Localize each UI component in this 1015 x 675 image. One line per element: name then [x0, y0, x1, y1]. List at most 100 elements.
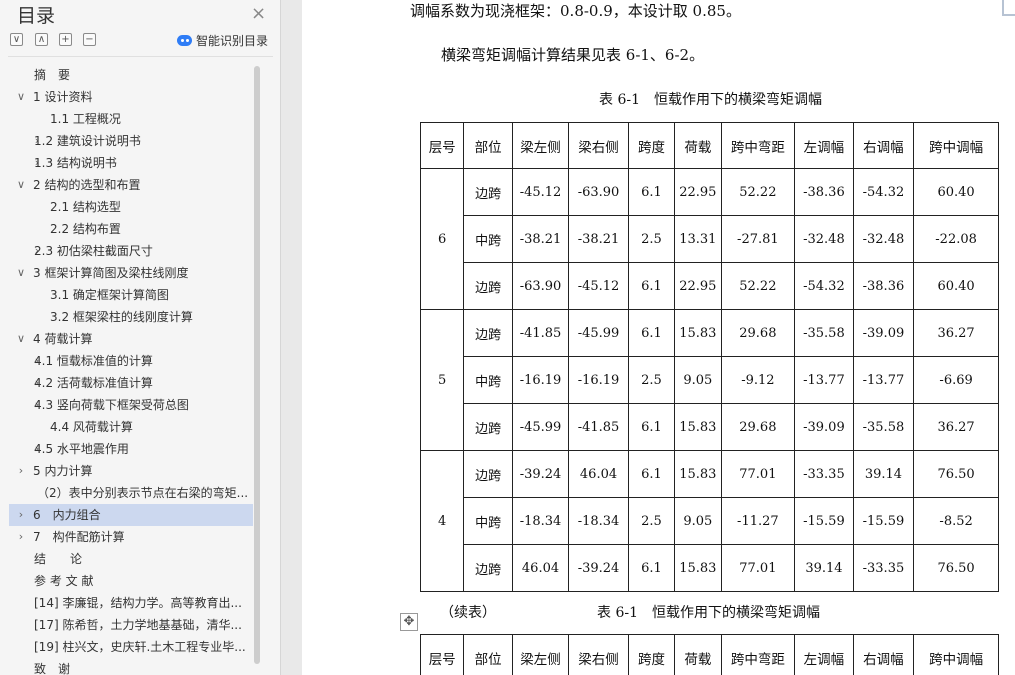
- value-cell: 6.1: [627, 262, 676, 310]
- value-cell: -15.59: [794, 497, 854, 545]
- outline-item[interactable]: › 2.3 初估梁柱截面尺寸: [9, 240, 253, 262]
- continued-label: （续表）: [440, 605, 496, 621]
- outline-item[interactable]: [19] 柱兴文，史庆轩.土木工程专业毕...: [9, 636, 253, 658]
- outline-item[interactable]: › 4.3 竖向荷载下框架受荷总图: [9, 394, 253, 416]
- value-cell: -16.19: [511, 356, 570, 404]
- outline-item[interactable]: 2.1 结构选型: [9, 196, 253, 218]
- outline-item[interactable]: 摘 要: [9, 64, 253, 86]
- ai-icon: [177, 35, 192, 46]
- chevron-right-icon[interactable]: ›: [15, 460, 27, 482]
- value-cell: 22.95: [674, 168, 722, 216]
- value-cell: 6.1: [627, 403, 676, 451]
- value-cell: 52.22: [720, 262, 796, 310]
- add-heading-icon[interactable]: +: [59, 33, 72, 46]
- outline-item-label: 4 荷载计算: [33, 332, 93, 346]
- outline-item[interactable]: 1.1 工程概况: [9, 108, 253, 130]
- outline-item-label: 1.3 结构说明书: [34, 156, 117, 170]
- outline-item-label: 摘 要: [34, 68, 71, 82]
- outline-scrollbar[interactable]: [254, 66, 260, 664]
- span-cell: 中跨: [463, 356, 513, 404]
- column-header: 跨中弯距: [720, 634, 796, 675]
- outline-item-label: 1 设计资料: [33, 90, 93, 104]
- value-cell: -15.59: [852, 497, 915, 545]
- value-cell: -63.90: [568, 168, 629, 216]
- value-cell: -22.08: [913, 215, 999, 263]
- table-move-icon[interactable]: ✥: [400, 613, 418, 631]
- document-viewer: 目录 × ∨ ∧ + − 智能识别目录 摘 要 ∨ 1 设计资料 1.1 工程概况 › 1…: [0, 0, 1015, 675]
- table-row: 边跨 -45.99 -41.85 6.1 15.83 29.68 -39.09 -35.58 3…: [421, 403, 999, 451]
- outline-item[interactable]: › 1.3 结构说明书: [9, 152, 253, 174]
- value-cell: -41.85: [511, 309, 570, 357]
- value-cell: 52.22: [720, 168, 796, 216]
- table-header-row: 层号 部位 梁左侧 梁右侧 跨度 荷载 跨中弯距 左调幅 右调幅 跨中调幅: [419, 122, 999, 169]
- table-row: 边跨 46.04 -39.24 6.1 15.83 77.01 39.14 -33.35 76.…: [421, 544, 999, 592]
- value-cell: -16.19: [568, 356, 629, 404]
- remove-heading-icon[interactable]: −: [83, 33, 96, 46]
- chevron-down-icon[interactable]: ∨: [15, 86, 27, 108]
- table-row: 中跨 -38.21 -38.21 2.5 13.31 -27.81 -32.48 -32.48…: [421, 215, 999, 263]
- table-row: 中跨 -18.34 -18.34 2.5 9.05 -11.27 -15.59 -15.59-…: [421, 497, 999, 545]
- column-header: 右调幅: [852, 634, 915, 675]
- paragraph-line: 调幅系数为现浇框架：0.8-0.9，本设计取 0.85。: [410, 2, 741, 20]
- value-cell: -45.99: [568, 309, 629, 357]
- outline-item[interactable]: ∨ 3 框架计算简图及梁柱线刚度: [9, 262, 253, 284]
- chevron-down-icon[interactable]: ∨: [15, 174, 27, 196]
- outline-item[interactable]: 3.2 框架梁柱的线刚度计算: [9, 306, 253, 328]
- smart-toc-label: 智能识别目录: [196, 34, 269, 48]
- span-cell: 中跨: [463, 497, 513, 545]
- outline-item-label: [19] 柱兴文，史庆轩.土木工程专业毕...: [34, 640, 246, 654]
- outline-item[interactable]: › 6 内力组合: [9, 504, 253, 526]
- column-header: 跨中调幅: [913, 122, 999, 169]
- chevron-right-icon[interactable]: ›: [15, 526, 27, 548]
- outline-item[interactable]: （2）表中分别表示节点在右梁的弯矩...: [9, 482, 253, 504]
- table-row: 4 边跨 -39.24 46.04 6.1 15.83 77.01 -33.35 39.14 76…: [419, 450, 999, 592]
- value-cell: -18.34: [511, 497, 570, 545]
- outline-item-label: 3.1 确定框架计算简图: [50, 288, 169, 302]
- outline-item[interactable]: › 7 构件配筋计算: [9, 526, 253, 548]
- outline-item[interactable]: [17] 陈希哲，土力学地基基础，清华...: [9, 614, 253, 636]
- outline-item-label: 4.3 竖向荷载下框架受荷总图: [34, 398, 189, 412]
- value-cell: -27.81: [720, 215, 796, 263]
- value-cell: -38.21: [568, 215, 629, 263]
- value-cell: -6.69: [913, 356, 999, 404]
- value-cell: 29.68: [720, 403, 796, 451]
- column-header: 右调幅: [852, 122, 915, 169]
- outline-panel: 目录 × ∨ ∧ + − 智能识别目录 摘 要 ∨ 1 设计资料 1.1 工程概况 › 1…: [0, 0, 281, 675]
- outline-item-label: 结 论: [34, 552, 83, 566]
- close-icon[interactable]: ×: [251, 3, 266, 24]
- outline-item[interactable]: ∨ 2 结构的选型和布置: [9, 174, 253, 196]
- outline-item[interactable]: › 4.1 恒载标准值的计算: [9, 350, 253, 372]
- value-cell: -33.35: [852, 544, 915, 592]
- outline-item[interactable]: › 5 内力计算: [9, 460, 253, 482]
- value-cell: 15.83: [674, 403, 722, 451]
- table-row: 边跨 -63.90 -45.12 6.1 22.95 52.22 -54.32 -38.36 6…: [421, 262, 999, 310]
- span-cell: 边跨: [463, 544, 513, 592]
- collapse-all-icon[interactable]: ∧: [35, 33, 48, 46]
- value-cell: 9.05: [674, 356, 722, 404]
- outline-item[interactable]: › 1.2 建筑设计说明书: [9, 130, 253, 152]
- value-cell: -38.21: [511, 215, 570, 263]
- outline-item[interactable]: 参 考 文 献: [9, 570, 253, 592]
- value-cell: 60.40: [913, 262, 999, 310]
- chevron-down-icon[interactable]: ∨: [15, 262, 27, 284]
- outline-item[interactable]: ∨ 4 荷载计算: [9, 328, 253, 350]
- outline-item[interactable]: › 4.2 活荷载标准值计算: [9, 372, 253, 394]
- outline-item[interactable]: [14] 李廉锟，结构力学。高等教育出...: [9, 592, 253, 614]
- outline-item[interactable]: 4.4 风荷载计算: [9, 416, 253, 438]
- outline-item[interactable]: 致 谢: [9, 658, 253, 675]
- smart-toc-button[interactable]: 智能识别目录: [177, 32, 268, 49]
- outline-item[interactable]: 结 论: [9, 548, 253, 570]
- value-cell: -32.48: [852, 215, 915, 263]
- outline-item[interactable]: 3.1 确定框架计算简图: [9, 284, 253, 306]
- outline-item[interactable]: 2.2 结构布置: [9, 218, 253, 240]
- chevron-down-icon[interactable]: ∨: [15, 328, 27, 350]
- table-row: 6 边跨 -45.12 -63.90 6.1 22.95 52.22 -38.36 -54.32…: [419, 168, 999, 310]
- chevron-right-icon[interactable]: ›: [15, 504, 27, 526]
- expand-all-icon[interactable]: ∨: [10, 33, 23, 46]
- value-cell: 39.14: [794, 544, 854, 592]
- outline-item[interactable]: › 4.5 水平地震作用: [9, 438, 253, 460]
- column-header: 跨度: [627, 634, 676, 675]
- outline-item[interactable]: ∨ 1 设计资料: [9, 86, 253, 108]
- value-cell: -38.36: [852, 262, 915, 310]
- span-cell: 边跨: [463, 403, 513, 451]
